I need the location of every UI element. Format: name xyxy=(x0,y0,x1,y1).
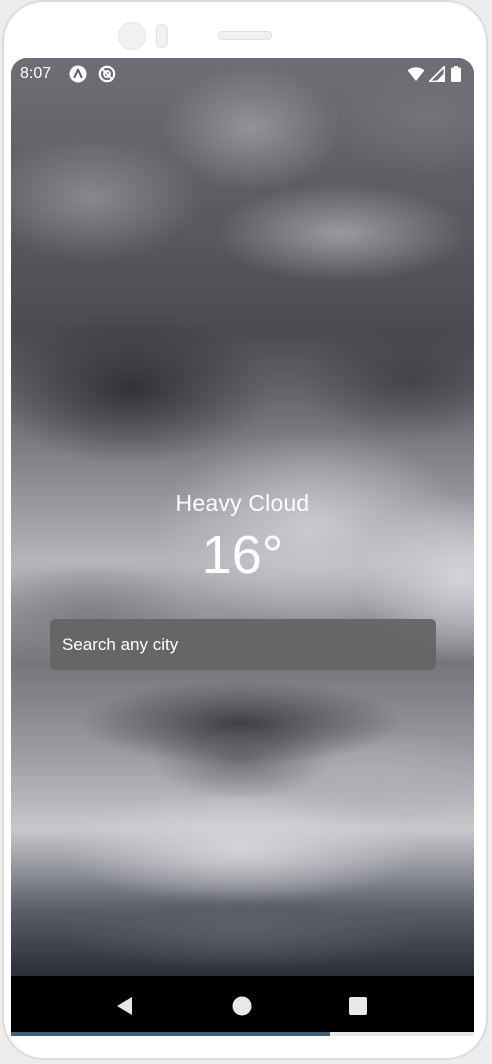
weather-summary: Heavy Cloud 16° xyxy=(11,486,474,586)
front-camera xyxy=(118,22,146,50)
navigation-bar xyxy=(11,976,474,1036)
home-icon[interactable] xyxy=(230,994,254,1018)
city-search-input[interactable] xyxy=(50,619,436,670)
status-time: 8:07 xyxy=(20,65,52,82)
earpiece-speaker xyxy=(218,31,272,40)
progress-track xyxy=(11,1032,474,1036)
signal-icon xyxy=(429,66,445,82)
android-auto-icon xyxy=(69,65,87,83)
device-frame: 8:07 Heavy Cloud 16° Search any city xyxy=(0,0,492,1064)
no-disturb-icon xyxy=(98,65,116,83)
status-bar: 8:07 xyxy=(11,58,474,90)
recents-icon[interactable] xyxy=(346,994,370,1018)
temperature-value: 16° xyxy=(201,525,284,585)
back-icon[interactable] xyxy=(113,994,137,1018)
battery-icon xyxy=(451,66,461,82)
progress-fill xyxy=(11,1032,331,1036)
proximity-sensor xyxy=(156,24,168,48)
wifi-icon xyxy=(407,67,425,81)
app-screen: 8:07 Heavy Cloud 16° Search any city xyxy=(11,58,474,1036)
weather-condition: Heavy Cloud xyxy=(175,490,310,516)
